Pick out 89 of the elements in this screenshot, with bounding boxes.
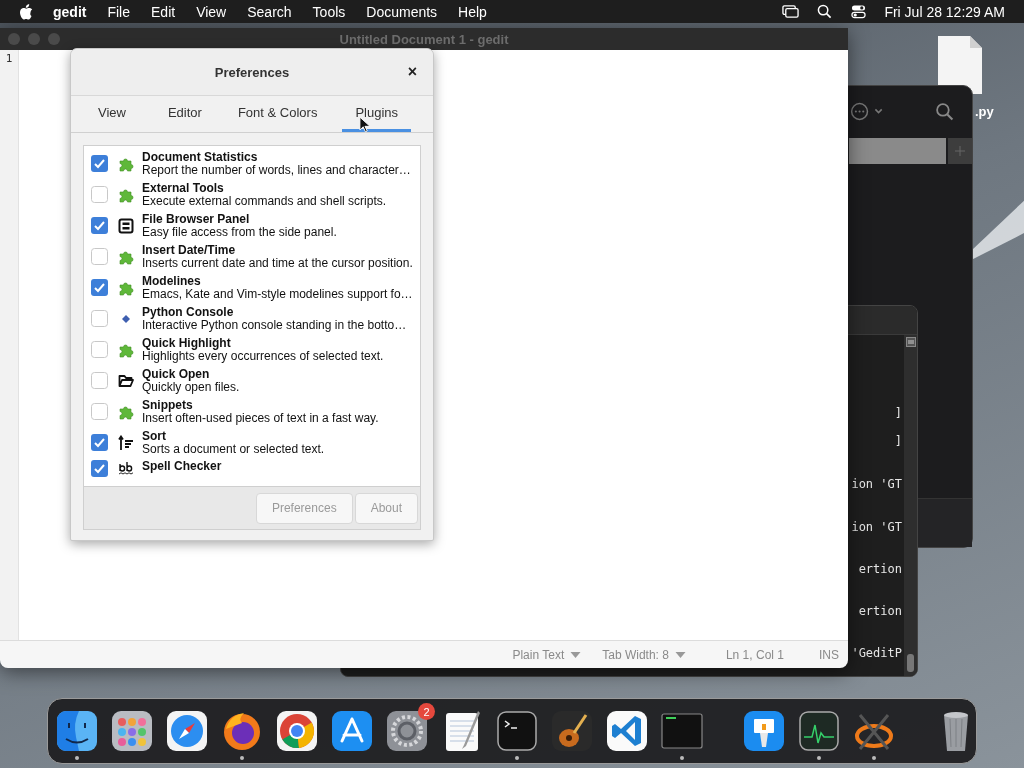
puzzle-piece-icon [118,155,134,172]
plugin-description: Execute external commands and shell scripts. [142,194,387,208]
plugin-description: Quickly open files. [142,380,240,394]
plugin-name: Snippets [142,398,194,412]
clock[interactable]: Fri Jul 28 12:29 AM [884,3,1005,20]
checkbox[interactable] [91,279,108,296]
settings-app-icon[interactable] [385,709,429,753]
keynote-app-icon[interactable] [742,709,786,753]
terminal-text: 'GeditP [851,646,902,660]
menu-item[interactable]: Help [458,3,487,20]
menu-item[interactable]: Documents [366,3,438,20]
panel-icon [118,217,134,234]
plugin-name: File Browser Panel [142,212,251,226]
screen-mirroring-icon[interactable] [782,4,800,19]
plugin-name: Modelines [142,274,202,288]
tab[interactable]: Editor [154,96,215,132]
vscode-app-icon[interactable] [605,709,649,753]
checkbox[interactable] [91,460,108,477]
terminal-app-icon[interactable] [495,709,539,753]
terminal-text: ion 'GT [851,477,902,491]
plugin-description: Sorts a document or selected text. [142,442,325,456]
checkbox[interactable] [91,310,108,327]
plugin-description: Insert often-used pieces of text in a fast way. [142,411,379,425]
plugin-description: Easy file access from the side panel. [142,225,337,239]
scrollbar[interactable] [904,335,917,676]
sort-icon [118,434,134,451]
puzzle-piece-icon [118,403,134,420]
apple-logo-icon[interactable] [19,3,33,20]
plugin-description: Report the number of words, lines and character… [142,163,411,177]
control-center-icon[interactable] [850,4,868,19]
app-menu[interactable]: gedit [53,3,87,20]
menu-item[interactable]: Edit [151,3,176,20]
menu-item[interactable]: View [196,3,227,20]
plugin-name: Sort [142,429,167,443]
terminal-text: ] [894,434,902,448]
checkbox[interactable] [91,372,108,389]
spell-check-icon [118,460,134,476]
diamond-icon [122,314,130,323]
activity-app-icon[interactable] [797,709,841,753]
terminal-text: ertion [858,562,902,576]
tab[interactable]: Font & Colors [224,96,331,132]
insert-mode: INS [819,647,839,662]
dialog-title: Preferences [214,64,290,80]
checkbox[interactable] [91,186,108,203]
checkbox[interactable] [91,341,108,358]
caret-icon [570,651,582,658]
plugin-name: External Tools [142,181,225,195]
plugin-description: Inserts current date and time at the cursor position. [142,256,413,270]
plugin-name: Quick Highlight [142,336,232,350]
tab[interactable]: View [85,96,139,132]
caret-icon [674,651,686,658]
puzzle-piece-icon [118,186,134,203]
plugin-description: Interactive Python console standing in the botto… [142,318,407,332]
checkbox[interactable] [91,434,108,451]
plugin-description: Highlights every occurrences of selected text. [142,349,384,363]
terminal-text: ] [894,406,902,420]
cursor-position: Ln 1, Col 1 [725,647,784,662]
puzzle-piece-icon [118,279,134,296]
plugin-name: Document Statistics [142,150,259,164]
menu-item[interactable]: Tools [312,3,346,20]
menu-item[interactable]: Search [247,3,292,20]
safari-app-icon[interactable] [165,709,209,753]
plugin-name: Insert Date/Time [142,243,237,257]
checkbox[interactable] [91,155,108,172]
checkbox[interactable] [91,217,108,234]
terminal-text: ertion [858,604,902,618]
folder-icon [118,372,134,389]
terminal-text: ion 'GT [851,520,902,534]
finder-app-icon[interactable] [55,709,99,753]
line-number: 1 [5,52,13,65]
plugin-name: Spell Checker [142,460,222,473]
puzzle-piece-icon [118,248,134,265]
chrome-app-icon[interactable] [275,709,319,753]
menu-item[interactable]: File [107,3,130,20]
plugin-description: Emacs, Kate and Vim-style modelines support fo… [142,287,413,301]
notification-badge: 2 [418,703,435,720]
checkbox[interactable] [91,403,108,420]
checkbox[interactable] [91,248,108,265]
puzzle-piece-icon [118,341,134,358]
file-label: .py [975,104,994,119]
window-title: Untitled Document 1 - gedit [339,31,509,47]
close-button[interactable]: × [405,63,419,81]
search-icon[interactable] [816,4,834,19]
plugin-name: Quick Open [142,367,211,381]
appstore-app-icon[interactable] [330,709,374,753]
scrollbar-thumb[interactable] [907,654,914,672]
plugin-name: Python Console [142,305,235,319]
launchpad-app-icon[interactable] [110,709,154,753]
garageband-app-icon[interactable] [550,709,594,753]
